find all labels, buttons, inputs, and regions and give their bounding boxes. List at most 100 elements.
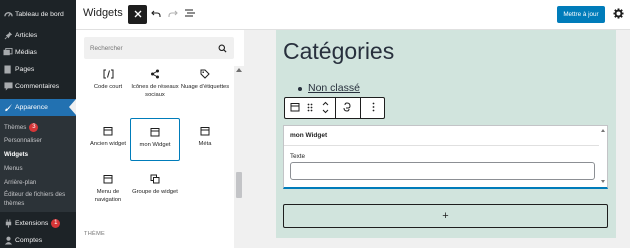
block-item-meta[interactable]: Méta (180, 124, 230, 149)
block-item-mon-widget[interactable]: mon Widget (130, 118, 180, 161)
block-item-social-icons[interactable]: Icônes de réseaux sociaux (130, 67, 180, 99)
list-view-button[interactable] (184, 8, 196, 20)
user-icon (1, 236, 15, 245)
sidebar-item-label: Commentaires (15, 83, 60, 90)
drag-handle[interactable] (304, 98, 316, 118)
move-up-down-button[interactable] (318, 98, 332, 118)
scroll-down-arrow[interactable] (601, 180, 605, 183)
submenu-item-personnaliser[interactable]: Personnaliser (4, 136, 42, 145)
block-toolbar (284, 97, 385, 119)
gear-icon (612, 7, 624, 21)
block-type-button[interactable] (287, 98, 303, 118)
update-button[interactable]: Mettre à jour (557, 6, 605, 23)
toolbar-separator (335, 98, 336, 118)
page-title: Widgets (83, 7, 123, 19)
settings-button[interactable] (612, 7, 624, 21)
transform-button[interactable] (337, 98, 357, 118)
more-options-button[interactable] (363, 98, 383, 118)
page-icon (1, 65, 15, 74)
mon-widget-block[interactable]: mon Widget Texte (283, 125, 608, 189)
categories-heading: Catégories (283, 38, 395, 64)
submenu-item-menus[interactable]: Menus (4, 164, 23, 173)
widget-title: mon Widget (290, 132, 328, 139)
plus-icon: + (442, 210, 449, 222)
sidebar-item-articles[interactable]: Articles (0, 27, 76, 44)
submenu-label: Thèmes (4, 124, 27, 132)
sidebar-item-dashboard[interactable]: Tableau de bord (0, 4, 76, 24)
inserter-scrollbar[interactable] (234, 66, 244, 248)
editor-header: Widgets Mettre à jour (76, 0, 630, 30)
add-block-button[interactable]: + (283, 204, 608, 228)
active-menu-arrow (69, 99, 76, 115)
list-bullet (298, 87, 302, 91)
texte-field[interactable] (290, 162, 595, 180)
admin-sidebar: Tableau de bord Articles Médias Pages Co… (0, 0, 76, 248)
sidebar-item-label: Tableau de bord (15, 10, 64, 18)
submenu-item-arriere-plan[interactable]: Arrière-plan (4, 178, 36, 187)
calendar-icon (103, 124, 113, 138)
undo-button[interactable] (150, 8, 162, 20)
sidebar-item-label: Extensions (15, 220, 49, 227)
redo-icon (168, 9, 178, 20)
block-item-ancien-widget[interactable]: Ancien widget (83, 124, 133, 149)
sidebar-item-label: Apparence (15, 104, 48, 111)
block-label: Icônes de réseaux sociaux (131, 84, 179, 98)
widget-scrollbar[interactable] (600, 127, 606, 185)
sidebar-item-label: Articles (15, 32, 38, 39)
category-link[interactable]: Non classé (308, 82, 360, 94)
sidebar-item-extensions[interactable]: Extensions 1 (0, 215, 76, 232)
close-icon (134, 10, 142, 20)
block-label: Menu de navigation (94, 189, 122, 203)
drag-handle-icon (307, 103, 313, 114)
list-view-icon (185, 9, 195, 19)
block-label: mon Widget (139, 142, 171, 148)
block-label: Code court (93, 84, 123, 90)
block-label: Groupe de widget (132, 189, 178, 195)
close-inserter-button[interactable] (128, 5, 147, 24)
search-input[interactable] (90, 41, 210, 55)
sidebar-item-apparence[interactable]: Apparence (0, 99, 76, 116)
block-item-navigation-menu[interactable]: Menu de navigation (83, 172, 133, 204)
sidebar-item-label: Comptes (15, 237, 43, 244)
scroll-up-arrow[interactable] (236, 68, 242, 72)
sidebar-item-pages[interactable]: Pages (0, 61, 76, 78)
block-label: Ancien widget (89, 141, 127, 147)
scroll-up-arrow[interactable] (601, 129, 605, 132)
comment-icon (1, 82, 15, 91)
redo-button[interactable] (167, 8, 179, 20)
dashboard-icon (1, 10, 15, 19)
toolbar-separator (360, 98, 361, 118)
calendar-icon (290, 102, 300, 114)
sidebar-item-medias[interactable]: Médias (0, 44, 76, 61)
calendar-icon (200, 124, 210, 138)
submenu-item-themes[interactable]: Thèmes 3 (4, 123, 39, 132)
appearance-submenu: Thèmes 3 Personnaliser Widgets Menus Arri… (0, 116, 76, 212)
group-icon (150, 172, 160, 186)
sidebar-item-comptes[interactable]: Comptes (0, 232, 76, 248)
block-item-widget-group[interactable]: Groupe de widget (130, 172, 180, 197)
sidebar-item-label: Médias (15, 49, 37, 56)
shortcode-icon (103, 67, 114, 81)
brush-icon (1, 103, 15, 112)
submenu-item-widgets[interactable]: Widgets (4, 150, 28, 159)
chevron-up-down-icon (322, 101, 329, 116)
sidebar-item-label: Pages (15, 66, 35, 73)
update-count-badge: 1 (51, 219, 61, 228)
block-search[interactable] (84, 37, 234, 59)
block-label: Nuage d’étiquettes (180, 84, 230, 90)
texte-field-label: Texte (290, 153, 306, 160)
transform-icon (342, 102, 352, 114)
media-icon (1, 48, 15, 57)
search-icon[interactable] (216, 42, 228, 54)
sidebar-item-commentaires[interactable]: Commentaires (0, 78, 76, 95)
calendar-icon (103, 172, 113, 186)
block-item-tag-cloud[interactable]: Nuage d’étiquettes (180, 67, 230, 92)
tag-icon (200, 67, 210, 81)
plugin-icon (1, 219, 15, 228)
submenu-item-editeur-fichiers[interactable]: Éditeur de fichiers des thèmes (4, 191, 74, 208)
update-count-badge: 3 (29, 123, 39, 132)
more-vertical-icon (372, 102, 375, 114)
scrollbar-thumb[interactable] (236, 172, 242, 198)
calendar-icon (150, 125, 160, 139)
block-item-shortcode[interactable]: Code court (83, 67, 133, 92)
